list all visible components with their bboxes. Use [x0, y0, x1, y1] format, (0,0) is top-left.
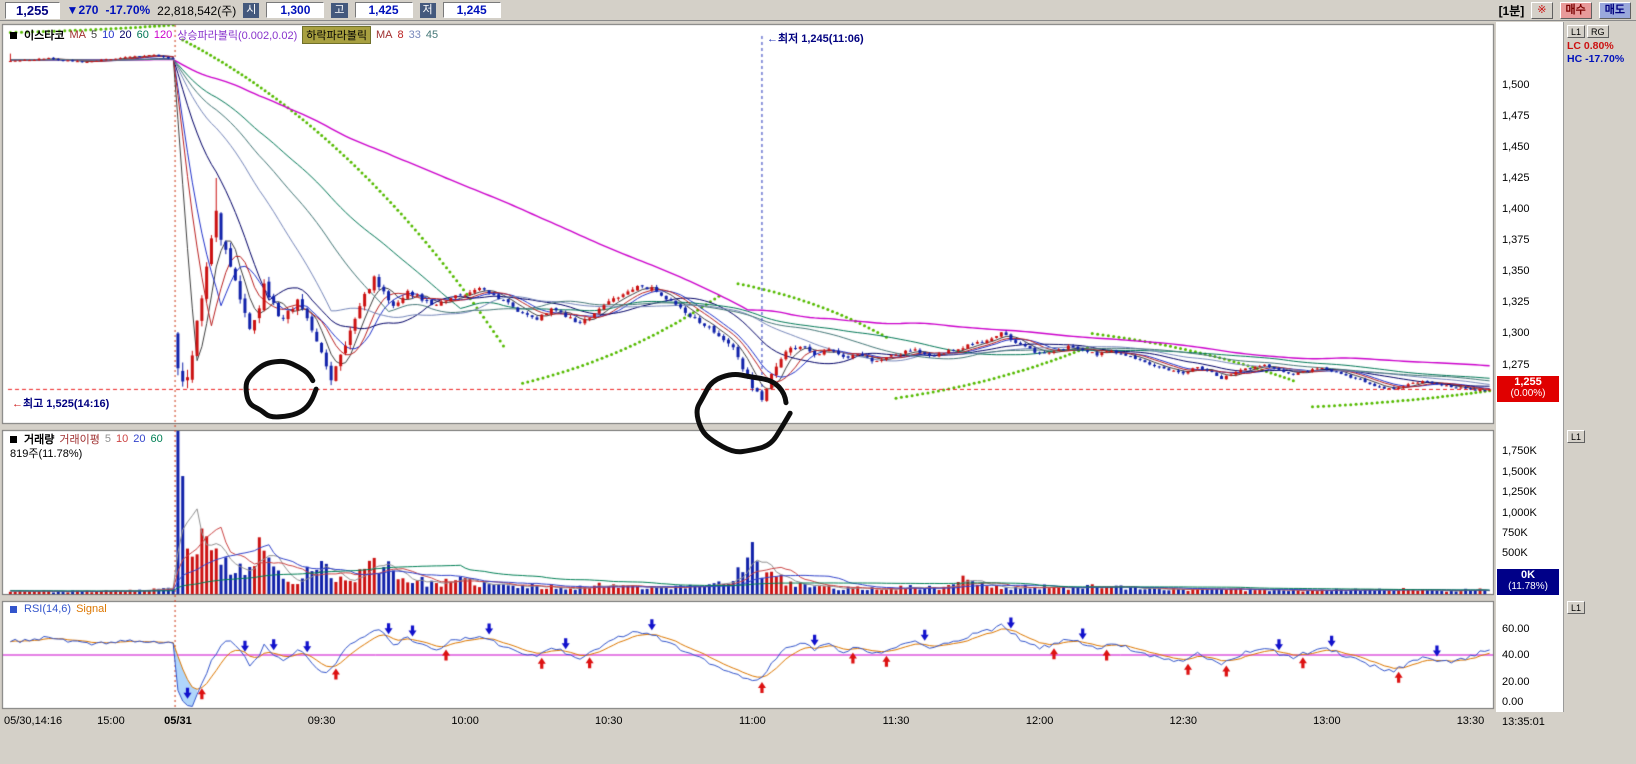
buy-button[interactable]: 매수	[1559, 1, 1592, 19]
time-axis-label: 12:30	[1169, 715, 1197, 727]
time-axis-label: 13:00	[1313, 715, 1341, 727]
high-annotation: ←최고 1,525(14:16)	[12, 398, 110, 411]
left-arrow-icon: ←	[766, 33, 778, 45]
chart-canvas[interactable]	[0, 22, 1500, 712]
high-label: 고	[331, 2, 348, 18]
volume-ma-period: 10	[115, 433, 129, 445]
rsi-axis-label: 20.00	[1502, 675, 1530, 688]
price-axis-label: 1,300	[1502, 327, 1530, 340]
price-axis-label: 1,275	[1502, 358, 1530, 371]
ma-period: 60	[136, 29, 149, 41]
volume-axis-label: 1,500K	[1502, 465, 1537, 478]
price-axis-label: 1,450	[1502, 140, 1530, 153]
lc-value: LC 0.80%	[1567, 40, 1614, 52]
high-price: 1,425	[354, 2, 413, 18]
series-color-icon	[10, 31, 17, 39]
chart-area: 이스타코 MA 5 10 20 60 120 상승파라볼릭(0.002,0.02) 하락파라볼릭…	[0, 22, 1636, 712]
volume-ma-period: 5	[104, 433, 111, 445]
value-axis-column: 1,255 (0.00%) 0K (11.78%) 1,500 1,475 1,450 1…	[1496, 22, 1564, 712]
time-axis-label: 11:30	[882, 715, 910, 727]
parabolic-down-label: 하락파라볼릭	[302, 26, 371, 44]
strip-button-l1[interactable]: L1	[1567, 25, 1586, 38]
volume-axis-label: 1,750K	[1502, 445, 1537, 458]
ma2-period: 45	[425, 29, 439, 41]
price-axis-label: 1,400	[1502, 203, 1530, 216]
series-color-icon	[10, 435, 17, 443]
change-percent: -17.70%	[105, 3, 151, 17]
strip-button-rg[interactable]: RG	[1587, 25, 1609, 38]
right-strip: L1 RG LC 0.80% HC -17.70% L1 L1	[1565, 22, 1636, 712]
time-axis-label: 05/30,14:16	[4, 715, 63, 727]
total-volume: 22,818,542(주)	[157, 3, 237, 18]
clock: 13:35:01	[1502, 716, 1545, 728]
rsi-panel-button[interactable]: L1	[1567, 601, 1586, 614]
change-down-icon: ▼	[66, 3, 79, 17]
topbar: 1,255 ▼270 -17.70% 22,818,542(주) 시 1,300…	[0, 0, 1636, 21]
time-axis-label: 10:30	[595, 715, 623, 727]
time-axis: 13:35:01 05/30,14:16 15:00 05/31 09:30 10:00…	[0, 712, 1636, 732]
price-axis-label: 1,475	[1502, 109, 1530, 122]
ma-label: MA	[69, 29, 86, 41]
rsi-axis-label: 0.00	[1502, 696, 1524, 708]
open-price: 1,300	[266, 2, 325, 18]
volume-axis-label: 1,000K	[1502, 506, 1537, 519]
ma-period: 20	[119, 29, 132, 41]
hc-value: HC -17.70%	[1567, 53, 1625, 65]
time-axis-label: 10:00	[451, 715, 479, 727]
time-axis-label: 13:30	[1456, 715, 1485, 727]
current-price: 1,255	[5, 1, 60, 19]
price-axis-label: 1,375	[1502, 234, 1530, 247]
series-color-icon	[10, 605, 17, 613]
ma2-period: 8	[397, 29, 404, 41]
ma2-period: 33	[408, 29, 421, 41]
time-axis-label: 09:30	[307, 715, 336, 727]
parabolic-up-label: 상승파라볼릭(0.002,0.02)	[177, 30, 298, 42]
ma-period: 10	[102, 29, 115, 41]
open-label: 시	[243, 2, 260, 18]
time-axis-label: 15:00	[97, 715, 125, 727]
price-panel-legend: 이스타코 MA 5 10 20 60 120 상승파라볼릭(0.002,0.02) 하락파라볼릭…	[10, 26, 438, 44]
low-price: 1,245	[442, 2, 501, 18]
signal-label: Signal	[76, 603, 107, 615]
low-label: 저	[419, 2, 436, 18]
ma-period: 5	[90, 29, 98, 41]
current-volume-badge: 0K (11.78%)	[1497, 569, 1559, 595]
volume-axis-label: 1,250K	[1502, 486, 1537, 499]
volume-current-value: 819주(11.78%)	[10, 448, 83, 460]
price-axis-label: 1,500	[1502, 78, 1530, 91]
ma-period: 120	[153, 29, 173, 41]
interval-label[interactable]: [1분]	[1499, 2, 1525, 19]
volume-panel-button[interactable]: L1	[1567, 430, 1586, 443]
price-axis-label: 1,350	[1502, 265, 1530, 278]
volume-axis-label: 750K	[1502, 526, 1528, 539]
low-annotation: ←최저 1,245(11:06)	[766, 33, 864, 45]
rsi-label: RSI(14,6)	[24, 603, 72, 615]
volume-axis-label: 500K	[1502, 547, 1528, 560]
time-axis-label: 11:00	[739, 715, 766, 727]
symbol-name: 이스타코	[24, 30, 65, 42]
volume-ma-period: 20	[133, 433, 146, 445]
price-axis-label: 1,325	[1502, 296, 1530, 309]
rsi-axis-label: 60.00	[1502, 622, 1530, 635]
sell-button[interactable]: 매도	[1598, 1, 1631, 19]
price-axis-label: 1,425	[1502, 171, 1530, 184]
ma2-label: MA	[376, 29, 393, 41]
rsi-axis-label: 40.00	[1502, 649, 1530, 661]
rsi-panel-legend: RSI(14,6) Signal	[10, 603, 107, 615]
current-price-badge: 1,255 (0.00%)	[1497, 376, 1559, 403]
time-axis-label: 12:00	[1025, 715, 1054, 727]
volume-ma-period: 60	[150, 433, 163, 445]
chart-settings-icon[interactable]: ※	[1531, 1, 1553, 19]
left-arrow-icon: ←	[12, 398, 23, 411]
change-value: 270	[78, 3, 99, 17]
time-axis-label: 05/31	[164, 715, 192, 727]
